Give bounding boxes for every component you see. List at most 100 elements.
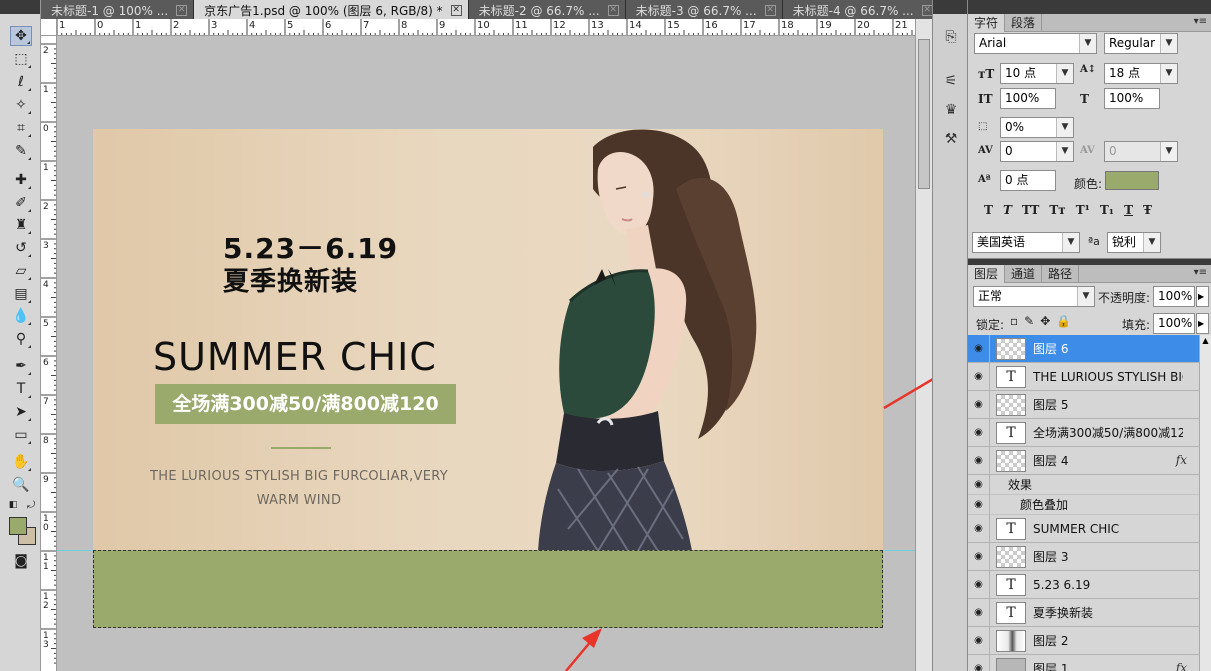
eraser-icon[interactable]: ▱ <box>10 261 32 281</box>
panel-menu-icon[interactable]: ▾≡ <box>1194 16 1207 27</box>
shape-tool-icon[interactable]: ▭ <box>10 425 32 445</box>
fill-arrow[interactable]: ▶ <box>1196 313 1209 334</box>
healing-brush-icon[interactable]: ✚ <box>10 170 32 190</box>
chevron-down-icon[interactable]: ▼ <box>1062 233 1079 252</box>
tab-layers[interactable]: 图层 <box>968 265 1006 283</box>
layers-scrollbar[interactable]: ▲ <box>1199 335 1211 671</box>
small-caps-button[interactable]: Tт <box>1049 203 1065 217</box>
quick-select-icon[interactable]: ✧ <box>10 95 32 115</box>
eye-icon[interactable]: ◉ <box>968 542 990 571</box>
eye-icon[interactable]: ◉ <box>968 570 990 599</box>
text-color-swatch[interactable] <box>1105 171 1159 190</box>
eye-icon[interactable]: ◉ <box>968 418 990 447</box>
close-icon[interactable]: ✕ <box>450 5 462 16</box>
layer-row[interactable]: ◉ T THE LURIOUS STYLISH BIG F... <box>968 362 1199 391</box>
eye-icon[interactable]: ◉ <box>968 494 990 515</box>
blend-mode-select[interactable]: 正常 ▼ <box>973 286 1095 307</box>
hand-tool-icon[interactable]: ✋ <box>10 452 32 472</box>
clone-source-icon[interactable]: ♛ <box>942 101 960 119</box>
crop-tool-icon[interactable]: ⌗ <box>10 118 32 138</box>
marquee-tool-icon[interactable]: ⬚ <box>10 49 32 69</box>
opacity-arrow[interactable]: ▶ <box>1196 286 1209 307</box>
faux-bold-button[interactable]: T <box>984 203 993 217</box>
swap-colors-icon[interactable]: ⤾ <box>24 498 38 512</box>
layer-row[interactable]: ◉ 图层 2 <box>968 626 1199 655</box>
fx-icon[interactable]: fx <box>1176 661 1187 671</box>
layer-row[interactable]: ◉ T 夏季换新装 <box>968 598 1199 627</box>
tab-channels[interactable]: 通道 <box>1005 265 1043 283</box>
chevron-down-icon[interactable]: ▼ <box>1056 64 1073 83</box>
layer-6-selection[interactable] <box>93 550 883 628</box>
chevron-down-icon[interactable]: ▼ <box>1077 287 1094 306</box>
history-panel-icon[interactable]: ⎘ <box>942 28 960 46</box>
underline-button[interactable]: T <box>1124 203 1133 217</box>
chevron-down-icon[interactable]: ▼ <box>1056 142 1073 161</box>
lasso-tool-icon[interactable]: ℓ <box>10 72 32 92</box>
layer-row[interactable]: ◉ T 5.23 6.19 <box>968 570 1199 599</box>
eye-icon[interactable]: ◉ <box>968 390 990 419</box>
quick-mask-icon[interactable]: ◙ <box>10 551 32 571</box>
chevron-down-icon[interactable]: ▼ <box>1160 64 1177 83</box>
close-icon[interactable]: ✕ <box>921 5 933 16</box>
close-icon[interactable]: ✕ <box>764 5 776 16</box>
layer-row[interactable]: ◉ T SUMMER CHIC <box>968 514 1199 543</box>
path-select-icon[interactable]: ➤ <box>10 402 32 422</box>
doc-tab-2[interactable]: 未标题-2 @ 66.7% ... ✕ <box>468 0 626 19</box>
chevron-down-icon[interactable]: ▼ <box>1079 34 1096 53</box>
blur-icon[interactable]: 💧 <box>10 306 32 326</box>
layer-row[interactable]: ◉ 图层 1 fx <box>968 654 1199 671</box>
subscript-button[interactable]: T₁ <box>1100 203 1114 217</box>
move-tool-icon[interactable]: ✥ <box>10 26 32 46</box>
fill-field[interactable]: 100% <box>1153 313 1195 334</box>
eye-icon[interactable]: ◉ <box>968 362 990 391</box>
default-colors-icon[interactable]: ◧ <box>6 498 20 512</box>
vertical-ruler[interactable]: 2 1 0 1 2 3 4 5 6 7 8 9 10 11 12 13 <box>41 36 57 671</box>
layer-row[interactable]: ◉ 图层 5 <box>968 390 1199 419</box>
canvas-vertical-scrollbar[interactable] <box>915 19 932 671</box>
strip-grip[interactable] <box>933 0 967 14</box>
faux-italic-button[interactable]: T <box>1003 203 1012 217</box>
doc-tab-active[interactable]: 京东广告1.psd @ 100% (图层 6, RGB/8) * ✕ <box>194 0 469 19</box>
opacity-field[interactable]: 100% <box>1153 286 1195 307</box>
horizontal-scale-field[interactable]: 100% <box>1104 88 1160 109</box>
history-brush-icon[interactable]: ↺ <box>10 238 32 258</box>
tool-presets-icon[interactable]: ⚒ <box>942 130 960 148</box>
zoom-tool-icon[interactable]: 🔍 <box>10 475 32 495</box>
layer-row[interactable]: ◉ 图层 4 fx <box>968 446 1199 475</box>
tsume-field[interactable]: 0% ▼ <box>1000 117 1074 138</box>
brush-presets-icon[interactable]: ⚟ <box>942 72 960 90</box>
tab-paths[interactable]: 路径 <box>1042 265 1080 283</box>
eye-icon[interactable]: ◉ <box>968 514 990 543</box>
eye-icon[interactable]: ◉ <box>968 654 990 671</box>
layer-row[interactable]: ◉ 图层 6 <box>968 335 1199 363</box>
doc-tab-4[interactable]: 未标题-4 @ 66.7% ... ✕ <box>782 0 940 19</box>
language-select[interactable]: 美国英语 ▼ <box>972 232 1080 253</box>
antialias-select[interactable]: 锐利 ▼ <box>1107 232 1161 253</box>
horizontal-ruler[interactable]: 1 0 1 2 3 4 5 6 7 8 9 10 11 12 13 14 15 16 17 18 19 20 21 <box>57 19 915 36</box>
chevron-down-icon[interactable]: ▼ <box>1056 118 1073 137</box>
clone-stamp-icon[interactable]: ♜ <box>10 215 32 235</box>
tools-panel-grip[interactable] <box>0 0 40 14</box>
lock-icons[interactable]: ▫✎✥🔒 <box>1010 314 1077 328</box>
vertical-scale-field[interactable]: 100% <box>1000 88 1056 109</box>
doc-tab-1[interactable]: 未标题-1 @ 100% ... ✕ <box>41 0 195 19</box>
eye-icon[interactable]: ◉ <box>968 335 990 363</box>
eye-icon[interactable]: ◉ <box>968 598 990 627</box>
tab-paragraph[interactable]: 段落 <box>1005 14 1043 32</box>
gradient-icon[interactable]: ▤ <box>10 284 32 304</box>
effects-row[interactable]: ◉ 效果 <box>968 474 1199 495</box>
close-icon[interactable]: ✕ <box>607 5 619 16</box>
kerning-field[interactable]: 0 ▼ <box>1000 141 1074 162</box>
eyedropper-icon[interactable]: ✎ <box>10 141 32 161</box>
pen-tool-icon[interactable]: ✒ <box>10 356 32 376</box>
font-family-select[interactable]: Arial ▼ <box>974 33 1097 54</box>
chevron-down-icon[interactable]: ▼ <box>1143 233 1160 252</box>
type-tool-icon[interactable]: T <box>10 379 32 399</box>
ruler-origin[interactable] <box>41 19 57 36</box>
layer-row[interactable]: ◉ T 全场满300减50/满800减120 <box>968 418 1199 447</box>
foreground-color-swatch[interactable] <box>9 517 27 535</box>
panel-menu-icon[interactable]: ▾≡ <box>1194 267 1207 278</box>
superscript-button[interactable]: T¹ <box>1076 203 1090 217</box>
font-style-select[interactable]: Regular ▼ <box>1104 33 1178 54</box>
eye-icon[interactable]: ◉ <box>968 446 990 475</box>
